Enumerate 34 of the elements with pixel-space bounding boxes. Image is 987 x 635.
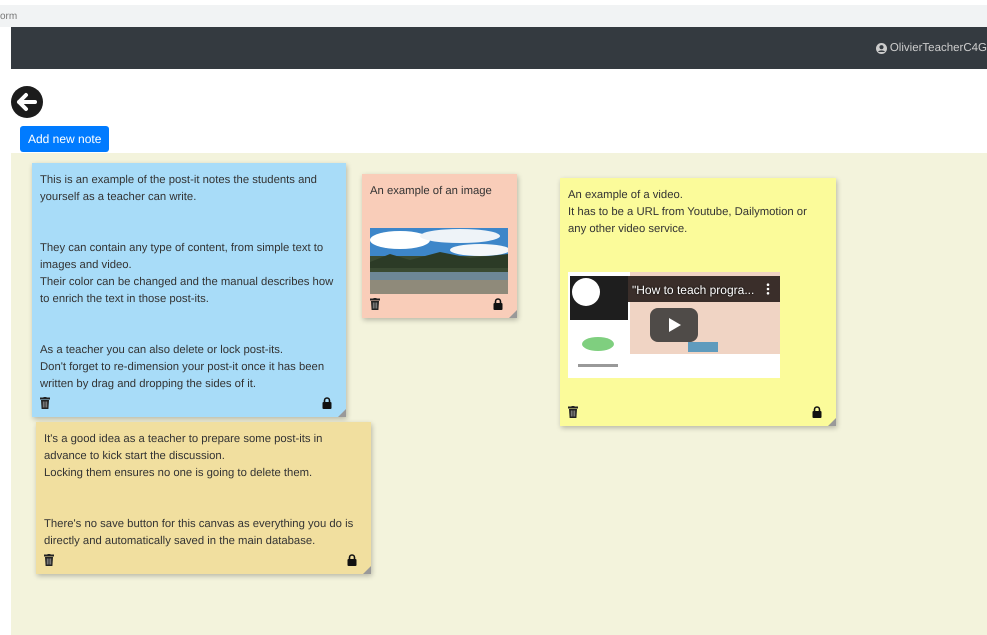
trash-icon[interactable] — [44, 554, 54, 566]
video-title: "How to teach progra... — [632, 282, 754, 299]
play-button-icon[interactable] — [650, 308, 698, 342]
note-text: There's no save button for this canvas as everything you do is directly and automatically saved in the main database. — [44, 517, 354, 549]
add-note-button[interactable]: Add new note — [20, 126, 110, 152]
resize-handle-icon[interactable] — [363, 566, 371, 574]
lock-icon[interactable] — [347, 554, 357, 566]
note-text: An example of a video. — [568, 188, 684, 203]
note-text: It's a good idea as a teacher to prepare some post-its in advance to kick start the discussion. — [44, 432, 324, 464]
user-link[interactable]: OlivierTeacherC4G — [876, 42, 987, 54]
post-it-note[interactable]: An example of a video. It has to be a URL from Youtube, Dailymotion or any other video service. "How to teach progra... — [560, 178, 836, 426]
trash-icon[interactable] — [568, 406, 578, 418]
post-it-note[interactable] — [32, 163, 346, 417]
note-text: This is an example of the post-it notes the students and yourself as a teacher can write. — [40, 173, 318, 205]
more-options-icon[interactable] — [766, 283, 770, 295]
post-it-note[interactable]: An example of an image — [362, 174, 517, 318]
lock-icon[interactable] — [493, 298, 503, 310]
note-text: As a teacher you can also delete or lock post-its. — [40, 343, 284, 358]
post-it-note[interactable] — [36, 422, 371, 574]
resize-handle-icon[interactable] — [338, 409, 346, 417]
trash-icon[interactable] — [370, 298, 380, 310]
trash-icon[interactable] — [40, 397, 50, 409]
resize-handle-icon[interactable] — [509, 310, 517, 318]
note-text: They can contain any type of content, from simple text to images and video. — [40, 241, 324, 273]
note-text: Don't forget to re-dimension your post-it once it has been written by drag and dropping the sides of it. — [40, 360, 326, 392]
note-text: An example of an image — [370, 184, 493, 199]
resize-handle-icon[interactable] — [828, 418, 836, 426]
lock-icon[interactable] — [812, 406, 822, 418]
note-text: Their color can be changed and the manual describes how to enrich the text in those post-its. — [40, 275, 334, 307]
note-text: Locking them ensures no one is going to delete them. — [44, 466, 314, 481]
lock-icon[interactable] — [322, 397, 332, 409]
address-text: orm — [0, 10, 18, 22]
user-icon — [876, 42, 887, 54]
note-text: It has to be a URL from Youtube, Dailymotion or any other video service. — [568, 205, 808, 237]
